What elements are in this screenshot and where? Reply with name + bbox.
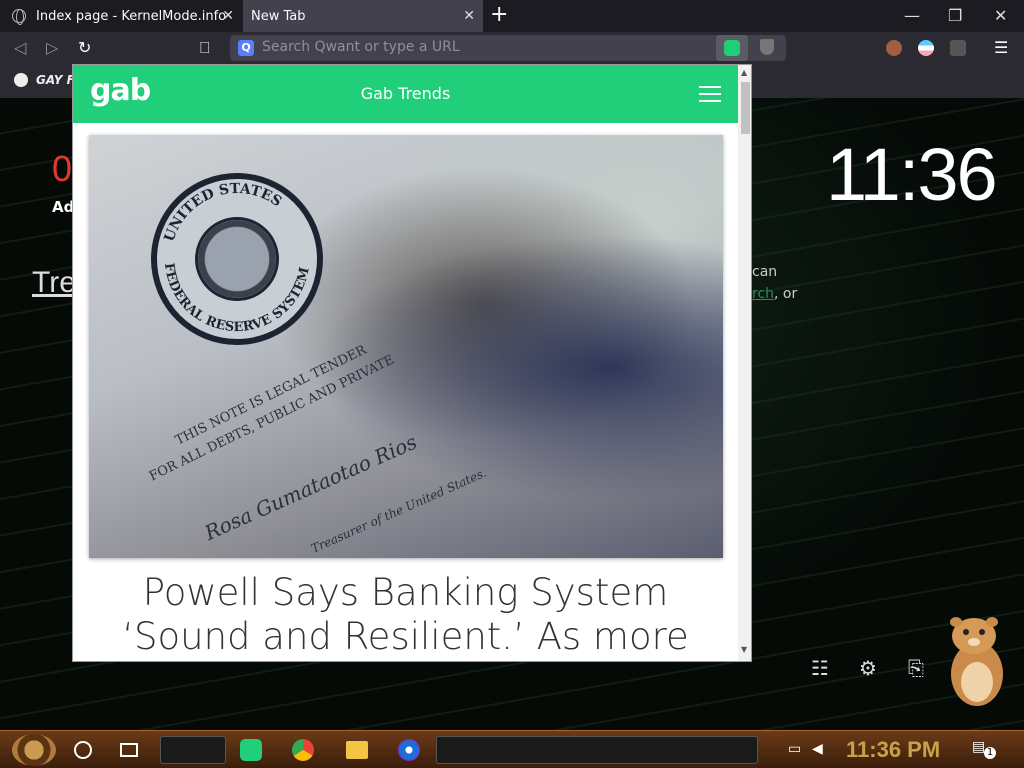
close-window-button[interactable]: ✕ — [994, 6, 1007, 25]
minimize-button[interactable]: — — [904, 6, 920, 25]
gab-taskbar-icon[interactable] — [240, 739, 262, 761]
new-tab-button[interactable]: + — [490, 4, 508, 26]
seal-top-text: UNITED STATES — [161, 181, 284, 244]
bg-ad-text: Ad — [52, 198, 75, 216]
hamburger-menu-icon[interactable] — [699, 86, 721, 102]
ublock-icon[interactable] — [950, 40, 966, 56]
start-button[interactable] — [12, 734, 56, 766]
url-placeholder: Search Qwant or type a URL — [262, 39, 460, 55]
signature-text: Rosa Gumataotao Rios — [201, 429, 421, 545]
qwant-icon: Q — [238, 40, 254, 56]
settings-icon[interactable]: ⚙ — [856, 656, 880, 680]
hamster-mascot-icon — [950, 617, 1003, 706]
task-view-icon[interactable] — [120, 743, 138, 757]
chrome-icon[interactable] — [292, 739, 314, 761]
tab-bar: Index page - KernelMode.info ✕ New Tab ✕… — [0, 0, 1024, 32]
taskbar-slot — [160, 736, 226, 764]
gab-extension-button[interactable] — [716, 35, 748, 61]
globe-icon — [14, 73, 28, 87]
cortana-icon[interactable] — [74, 741, 92, 759]
tab-title: Index page - KernelMode.info — [36, 8, 227, 24]
taskbar: ▭ ◀ 11:36 PM ▤ 1 — [0, 730, 1024, 768]
notification-count-badge: 1 — [984, 747, 996, 759]
svg-text:UNITED STATES: UNITED STATES — [161, 181, 284, 244]
scroll-up-icon[interactable]: ▲ — [741, 68, 747, 77]
tab-close-icon[interactable]: ✕ — [463, 8, 475, 24]
taskbar-slot — [436, 736, 758, 764]
seal-bottom-text: FEDERAL RESERVE SYSTEM — [161, 262, 313, 335]
bookmark-item[interactable]: GAY F — [14, 73, 75, 87]
gab-header: gab Gab Trends — [73, 65, 738, 123]
bookmarks-icon[interactable]: ⎘ — [904, 656, 928, 680]
shield-icon[interactable] — [760, 39, 774, 55]
file-explorer-icon[interactable] — [346, 741, 368, 759]
trending-link[interactable]: Tre — [32, 266, 76, 300]
volume-muted-icon[interactable]: ◀ — [812, 741, 823, 757]
flag-extension-icon[interactable] — [918, 40, 934, 56]
gab-trends-popup: gab Gab Trends UNITED STATES FEDERAL RES… — [72, 64, 752, 662]
sliders-icon[interactable]: ☷ — [808, 656, 832, 680]
article-image[interactable]: UNITED STATES FEDERAL RESERVE SYSTEM THI… — [89, 135, 723, 558]
bg-side-text-2: rch, or — [752, 286, 797, 302]
reload-icon[interactable]: ↻ — [78, 38, 91, 57]
forward-icon[interactable]: ▷ — [46, 38, 58, 57]
bg-side-text: can — [752, 264, 778, 280]
navigation-bar: ◁ ▷ ↻ ⎕ Q Search Qwant or type a URL ☰ — [0, 32, 1024, 64]
network-icon[interactable]: ▭ — [788, 741, 801, 757]
tab-close-icon[interactable]: ✕ — [222, 8, 234, 24]
tab-kernelmode[interactable]: Index page - KernelMode.info ✕ — [0, 0, 242, 32]
menu-icon[interactable]: ☰ — [994, 38, 1008, 57]
bg-side-text-rest: , or — [774, 286, 798, 302]
tab-title: New Tab — [251, 8, 306, 24]
article-headline[interactable]: Powell Says Banking System ‘Sound and Re… — [73, 571, 738, 661]
url-bar[interactable]: Q Search Qwant or type a URL — [230, 35, 786, 61]
gab-extension-icon — [724, 40, 740, 56]
search-link[interactable]: rch — [752, 286, 774, 302]
seal-text: UNITED STATES FEDERAL RESERVE SYSTEM — [161, 181, 313, 335]
back-icon[interactable]: ◁ — [14, 38, 26, 57]
taskbar-clock[interactable]: 11:36 PM — [846, 737, 940, 763]
scroll-down-icon[interactable]: ▼ — [741, 645, 747, 654]
globe-icon — [12, 9, 26, 25]
legal-tender-text: THIS NOTE IS LEGAL TENDER — [173, 342, 369, 449]
popup-scrollbar[interactable]: ▲ ▼ — [738, 65, 751, 661]
restore-button[interactable]: ❐ — [948, 6, 962, 25]
gab-title: Gab Trends — [360, 84, 451, 103]
bg-red-text: 0 — [52, 148, 73, 189]
bookmark-label: GAY F — [36, 73, 75, 87]
scrollbar-thumb[interactable] — [741, 82, 750, 134]
bookmark-star-icon[interactable]: ⎕ — [200, 38, 210, 58]
avatar-extension-icon[interactable] — [886, 40, 902, 56]
newtab-clock: 11:36 — [826, 133, 998, 216]
svg-text:FEDERAL RESERVE SYSTEM: FEDERAL RESERVE SYSTEM — [161, 262, 313, 335]
browser-icon[interactable] — [398, 739, 420, 761]
tab-new-tab[interactable]: New Tab ✕ — [243, 0, 483, 32]
